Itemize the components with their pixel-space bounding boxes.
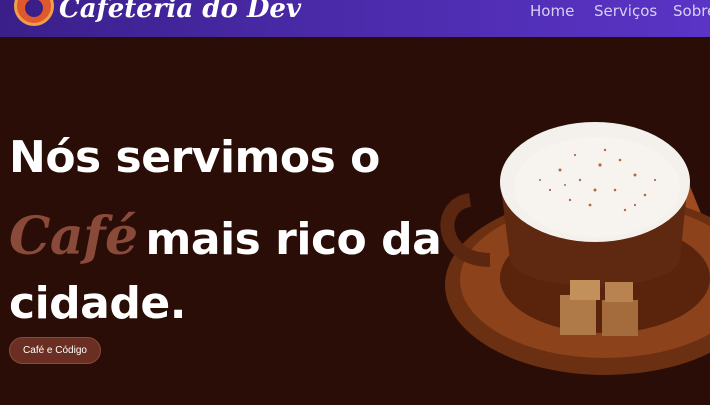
coffee-cup-image <box>440 122 710 375</box>
cafe-e-codigo-button[interactable]: Café e Código <box>9 337 101 364</box>
milk-foam <box>514 137 680 237</box>
hero-accent-word: Café <box>9 206 138 267</box>
main-nav: Home Serviços Sobre <box>0 2 710 22</box>
hero-title-line-2-text: mais rico da <box>145 214 442 265</box>
site-header: Cafeteria do Dev Home Serviços Sobre <box>0 0 710 37</box>
nav-servicos-link[interactable]: Serviços <box>594 2 657 20</box>
nav-home-link[interactable]: Home <box>530 2 574 20</box>
hero-title-line-3: cidade. <box>9 278 186 329</box>
nav-sobre-link[interactable]: Sobre <box>673 2 710 20</box>
hero-title-line-1: Nós servimos o <box>9 132 380 183</box>
hero-title-line-2: Café mais rico da <box>9 206 442 267</box>
